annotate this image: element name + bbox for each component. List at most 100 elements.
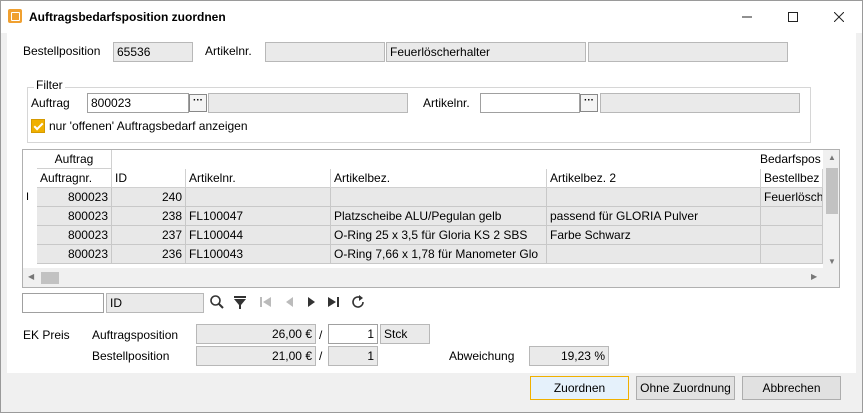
horizontal-scroll-thumb[interactable]	[41, 272, 59, 284]
refresh-icon	[352, 295, 364, 308]
filter-artikelnr-label: Artikelnr.	[423, 96, 470, 110]
abweichung-value: 19,23 %	[529, 346, 609, 366]
first-record-icon	[260, 297, 271, 307]
scroll-left-icon[interactable]: ◀	[28, 272, 34, 281]
last-record-icon	[328, 297, 339, 307]
auftrag-desc-field	[208, 93, 408, 113]
bestellposition-qty: 1	[328, 346, 378, 366]
filter-artikelnr-desc-field	[600, 93, 800, 113]
artikelnr-lookup-button[interactable]: ···	[580, 94, 598, 112]
close-icon	[834, 12, 844, 22]
scroll-up-icon[interactable]: ▲	[828, 153, 836, 162]
scroll-down-icon[interactable]: ▼	[828, 257, 836, 266]
filter-button[interactable]	[232, 294, 248, 313]
grid-search-input[interactable]	[22, 293, 104, 313]
cell-artikelnr[interactable]: FL100043	[186, 245, 331, 264]
filter-artikelnr-input[interactable]	[480, 93, 580, 113]
cell-bestellbez[interactable]	[761, 245, 823, 264]
cell-id[interactable]: 236	[112, 245, 186, 264]
next-record-icon	[308, 297, 315, 307]
vertical-scrollbar[interactable]: ▲ ▼	[823, 150, 839, 287]
bestellposition-label: Bestellposition	[23, 44, 101, 58]
search-icon	[210, 295, 224, 309]
price-separator-2: /	[319, 349, 323, 363]
offene-checkbox-label[interactable]: nur 'offenen' Auftragsbedarf anzeigen	[49, 119, 248, 133]
artikelnr-field	[265, 42, 385, 62]
window-title: Auftragsbedarfsposition zuordnen	[29, 10, 226, 24]
cell-auftragnr[interactable]: 800023	[37, 188, 112, 207]
auftragsposition-label: Auftragsposition	[92, 328, 179, 342]
cell-bestellbez[interactable]	[761, 226, 823, 245]
auftrag-input[interactable]: 800023	[87, 93, 189, 113]
unit-field: Stck	[380, 324, 430, 344]
auftrag-label: Auftrag	[31, 96, 70, 110]
artikelbez2-field	[588, 42, 788, 62]
group-header-bedarfsposition: Bedarfspos	[760, 152, 821, 166]
next-record-button[interactable]	[306, 294, 318, 313]
filter-icon	[234, 296, 246, 309]
search-column-field[interactable]: ID	[106, 293, 204, 313]
cell-artikelnr[interactable]	[186, 188, 331, 207]
app-icon	[8, 9, 22, 23]
bestellposition-field: 65536	[113, 42, 193, 62]
cell-auftragnr[interactable]: 800023	[37, 245, 112, 264]
cell-artikelbez2[interactable]	[547, 245, 761, 264]
cell-auftragnr[interactable]: 800023	[37, 226, 112, 245]
cell-id[interactable]: 237	[112, 226, 186, 245]
cell-artikelbez2[interactable]: passend für GLORIA Pulver	[547, 207, 761, 226]
minimize-icon	[742, 16, 752, 18]
last-record-button[interactable]	[326, 294, 342, 313]
data-grid[interactable]: Auftrag Bedarfspos Auftragnr. ID Artikel…	[22, 149, 840, 288]
cell-artikelbez[interactable]: O-Ring 25 x 3,5 für Gloria KS 2 SBS	[331, 226, 547, 245]
cell-artikelnr[interactable]: FL100044	[186, 226, 331, 245]
previous-record-button[interactable]	[283, 294, 295, 313]
first-record-button[interactable]	[259, 294, 273, 313]
cell-id[interactable]: 238	[112, 207, 186, 226]
column-header-id[interactable]: ID	[112, 169, 186, 188]
bestellposition-price: 21,00 €	[196, 346, 316, 366]
artikelbez-field: Feuerlöscherhalter	[386, 42, 586, 62]
maximize-button[interactable]	[770, 1, 816, 33]
auftrag-lookup-button[interactable]: ···	[189, 94, 207, 112]
cell-artikelnr[interactable]: FL100047	[186, 207, 331, 226]
column-header-artikelbez[interactable]: Artikelbez.	[331, 169, 547, 188]
previous-record-icon	[286, 297, 293, 307]
auftragsposition-price: 26,00 €	[196, 324, 316, 344]
column-header-artikelnr[interactable]: Artikelnr.	[186, 169, 331, 188]
scroll-right-icon[interactable]: ▶	[811, 272, 817, 281]
cell-artikelbez[interactable]	[331, 188, 547, 207]
cell-id[interactable]: 240	[112, 188, 186, 207]
column-header-auftragnr[interactable]: Auftragnr.	[37, 169, 112, 188]
row-cursor-icon: I	[26, 191, 30, 203]
search-button[interactable]	[209, 294, 225, 313]
price-separator: /	[319, 328, 323, 342]
cell-artikelbez2[interactable]	[547, 188, 761, 207]
column-header-artikelbez2[interactable]: Artikelbez. 2	[547, 169, 761, 188]
offene-checkbox[interactable]	[31, 119, 45, 133]
ek-preis-label: EK Preis	[23, 328, 70, 342]
filter-legend: Filter	[34, 78, 65, 92]
close-button[interactable]	[816, 1, 862, 33]
zuordnen-button[interactable]: Zuordnen	[530, 376, 629, 400]
minimize-button[interactable]	[724, 1, 770, 33]
abbrechen-button[interactable]: Abbrechen	[742, 376, 841, 400]
ohne-zuordnung-button[interactable]: Ohne Zuordnung	[636, 376, 735, 400]
cell-auftragnr[interactable]: 800023	[37, 207, 112, 226]
dialog-window: Auftragsbedarfsposition zuordnen Bestell…	[0, 0, 863, 413]
abweichung-label: Abweichung	[449, 349, 515, 363]
cell-artikelbez[interactable]: O-Ring 7,66 x 1,78 für Manometer Glo	[331, 245, 547, 264]
cell-artikelbez2[interactable]: Farbe Schwarz	[547, 226, 761, 245]
cell-bestellbez[interactable]: Feuerlösch	[761, 188, 823, 207]
maximize-icon	[788, 12, 798, 22]
auftragsposition-qty[interactable]: 1	[328, 324, 378, 344]
cell-bestellbez[interactable]	[761, 207, 823, 226]
vertical-scroll-thumb[interactable]	[826, 168, 838, 214]
cell-artikelbez[interactable]: Platzscheibe ALU/Pegulan gelb	[331, 207, 547, 226]
horizontal-scrollbar[interactable]: ◀ ▶	[23, 268, 823, 287]
column-header-bestellbez[interactable]: Bestellbez	[761, 169, 823, 188]
bestellposition-price-label: Bestellposition	[92, 349, 170, 363]
group-header-auftrag: Auftrag	[37, 150, 112, 169]
artikelnr-label: Artikelnr.	[205, 44, 252, 58]
title-bar[interactable]: Auftragsbedarfsposition zuordnen	[1, 1, 862, 33]
refresh-button[interactable]	[350, 294, 366, 313]
